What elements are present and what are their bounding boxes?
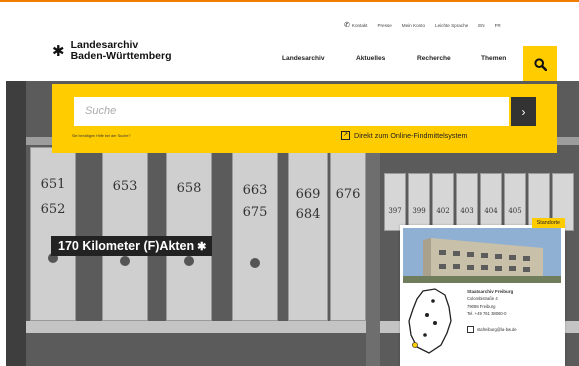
findmittel-link[interactable]: ↗ Direkt zum Online-Findmittelsystem <box>341 131 467 140</box>
location-city: 79098 Freiburg <box>467 303 496 309</box>
box-number: 676 <box>335 187 361 202</box>
archive-box: 669 684 <box>288 149 328 321</box>
archive-box-small: 397 <box>384 173 406 231</box>
building-photo <box>403 228 561 283</box>
locator-map <box>408 288 452 354</box>
box-number: 403 <box>460 207 474 215</box>
box-number: 663 <box>242 183 268 198</box>
nav-item-landesarchiv[interactable]: Landesarchiv <box>282 55 356 62</box>
search-panel: Suche › Sie benötigen Hilfe bei der Such… <box>52 84 557 153</box>
archive-box: 676 <box>330 149 366 321</box>
external-link-icon: ↗ <box>341 131 350 140</box>
archive-box: 663 675 <box>232 147 278 321</box>
box-number: 402 <box>436 207 450 215</box>
search-toggle-button[interactable] <box>523 46 557 82</box>
box-number: 658 <box>176 181 202 196</box>
service-link-kontakt[interactable]: ✆ Kontakt <box>344 21 367 29</box>
findmittel-link-label: Direkt zum Online-Findmittelsystem <box>354 131 468 140</box>
location-street: Colombistraße 4 <box>467 296 498 302</box>
hero-headline[interactable]: 170 Kilometer (F)Akten ✱ <box>51 236 213 256</box>
phone-icon: ✆ <box>344 22 350 29</box>
archive-box-small: 403 <box>456 173 478 231</box>
box-number: 404 <box>484 207 498 215</box>
archive-box-small: 402 <box>432 173 454 231</box>
star-icon: ✱ <box>197 241 207 253</box>
external-link-icon <box>467 326 474 333</box>
archive-box: 658 <box>166 147 212 321</box>
shelf-frame-left <box>6 81 26 366</box>
site-logo[interactable]: ✱ Landesarchiv Baden-Württemberg <box>52 40 172 62</box>
location-email: stafreiburg@la-bw.de <box>477 327 517 332</box>
hero-headline-text: 170 Kilometer (F)Akten <box>58 239 195 253</box>
location-card[interactable]: Standorte Staatsarchiv Freiburg Colombis… <box>400 218 565 366</box>
location-phone: Tel. +49 761 38060-0 <box>467 310 507 316</box>
box-grip-hole <box>184 256 194 266</box>
main-nav: Landesarchiv Aktuelles Recherche Themen <box>282 55 521 62</box>
archive-box: 653 <box>102 147 148 321</box>
location-title: Staatsarchiv Freiburg <box>467 289 514 294</box>
box-number: 405 <box>508 207 522 215</box>
archive-box-small: 399 <box>408 173 430 231</box>
location-address: Staatsarchiv Freiburg Colombistraße 4 79… <box>467 288 513 317</box>
archive-box: 651 652 <box>30 147 76 321</box>
location-tag[interactable]: Standorte <box>531 218 565 228</box>
arrow-right-icon: › <box>521 104 526 119</box>
service-link-konto[interactable]: Mein Konto <box>402 23 425 28</box>
search-icon <box>533 57 547 71</box>
box-number: 399 <box>412 207 426 215</box>
service-nav: ✆ Kontakt Presse Mein Konto Leichte Sprac… <box>344 21 501 29</box>
nav-item-recherche[interactable]: Recherche <box>417 55 481 62</box>
search-help-link[interactable]: Sie benötigen Hilfe bei der Suche? <box>72 134 130 138</box>
search-placeholder: Suche <box>85 105 117 117</box>
shelf-frame-mid <box>366 141 380 366</box>
service-link-leichte-sprache[interactable]: Leichte Sprache <box>435 23 468 28</box>
box-number: 653 <box>112 179 138 194</box>
logo-star-icon: ✱ <box>52 42 65 60</box>
box-number: 397 <box>388 207 402 215</box>
logo-line-2: Baden-Württemberg <box>70 50 172 62</box>
language-en[interactable]: EN <box>478 23 484 28</box>
archive-box-small: 404 <box>480 173 502 231</box>
service-link-presse[interactable]: Presse <box>377 23 391 28</box>
box-number-bottom: 684 <box>295 207 321 222</box>
language-fr[interactable]: FR <box>495 23 501 28</box>
archive-box-small: 405 <box>504 173 526 231</box>
search-submit-button[interactable]: › <box>511 97 536 126</box>
box-grip-hole <box>120 256 130 266</box>
location-email-link[interactable]: stafreiburg@la-bw.de <box>467 326 517 333</box>
search-input[interactable]: Suche <box>74 97 509 126</box>
top-accent-line <box>0 0 579 2</box>
logo-text: Landesarchiv Baden-Württemberg <box>71 40 172 62</box>
box-number: 669 <box>295 187 321 202</box>
nav-item-themen[interactable]: Themen <box>481 55 521 62</box>
nav-item-aktuelles[interactable]: Aktuelles <box>356 55 417 62</box>
box-number: 651 <box>40 177 66 192</box>
box-grip-hole <box>250 258 260 268</box>
box-number-bottom: 675 <box>242 205 268 220</box>
box-number-bottom: 652 <box>40 202 66 217</box>
